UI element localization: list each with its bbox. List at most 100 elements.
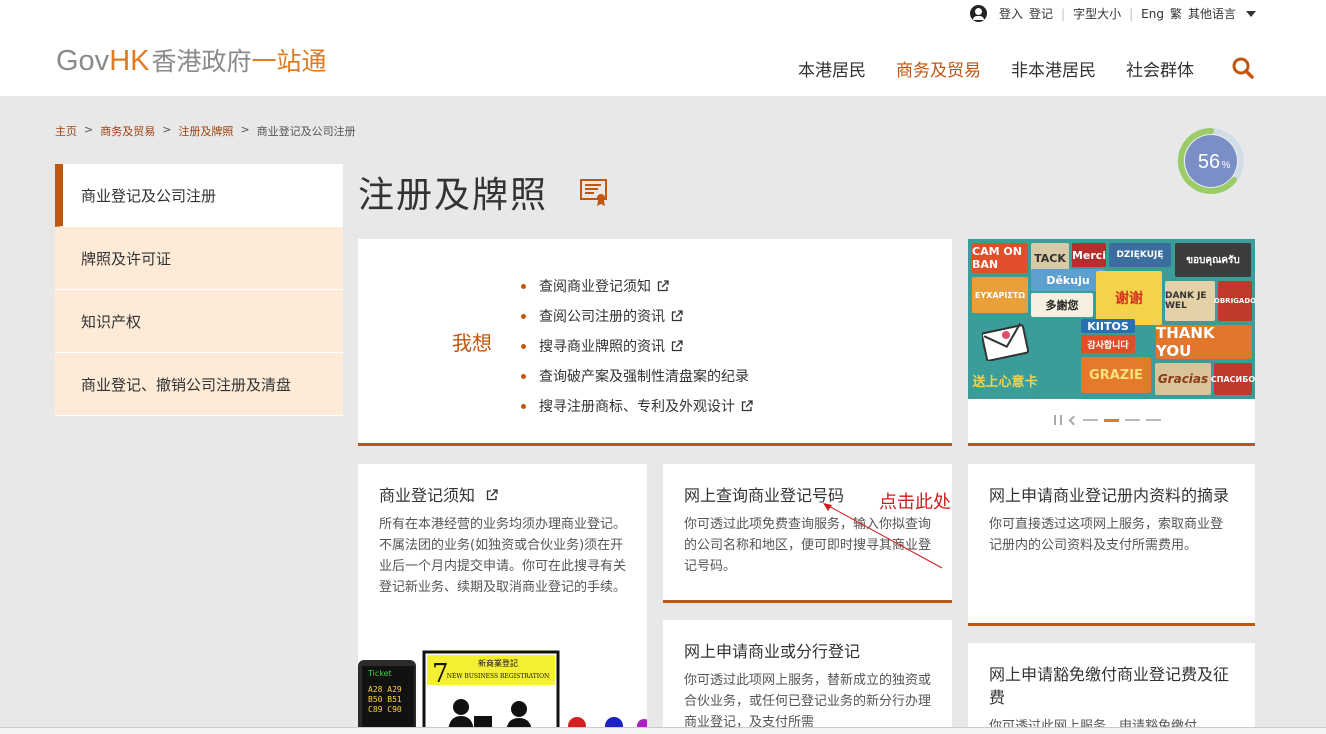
i-want-panel: 我想 查阅商业登记须知 查阅公司注册的资讯 搜寻商业牌照的资讯 查询破产案及强制… (358, 239, 952, 446)
sidebar-item-ip[interactable]: 知识产权 (55, 290, 343, 353)
list-item[interactable]: 搜寻商业牌照的资讯 (521, 331, 753, 361)
sign-en: NEW BUSINESS REGISTRATION (447, 673, 550, 680)
list-item[interactable]: 查阅公司注册的资讯 (521, 301, 753, 331)
card-title-text[interactable]: 商业登记须知 (379, 486, 475, 505)
banner-tile: ΕΥΧΑΡΙΣΤΩ (972, 277, 1028, 313)
banner-tile: Děkuju (1031, 269, 1105, 291)
breadcrumb-sep: > (84, 123, 94, 136)
card-title[interactable]: 网上申请商业登记册内资料的摘录 (989, 484, 1234, 507)
breadcrumb-business[interactable]: 商务及贸易 (100, 123, 155, 139)
banner-tile: DANK JE WEL (1165, 281, 1215, 321)
carousel-dot-active[interactable] (1104, 418, 1119, 422)
banner-tile: CAM ON BAN (972, 243, 1028, 273)
card-desc: 你可直接透过这项网上服务，索取商业登记册内的公司资料及支付所需费用。 (989, 517, 1224, 553)
breadcrumb-current: 商业登记及公司注册 (256, 125, 356, 138)
card-desc: 你可透过此项网上服务，替新成立的独资或合伙业务，或任何已登记业务的新分行办理商业… (684, 673, 932, 730)
logo-gov: Gov (56, 45, 110, 77)
breadcrumb-sep: > (240, 123, 250, 136)
divider: | (1061, 6, 1066, 21)
banner-tile: 감사합니다 (1081, 335, 1135, 353)
utility-bar: 登入 登记 | 字型大小 | Eng 繁 其他语言 (970, 5, 1256, 22)
carousel-dot[interactable] (1125, 419, 1140, 421)
ticket-numbers-3: C89 C90 (368, 705, 402, 714)
sidebar: 商业登记及公司注册 牌照及许可证 知识产权 商业登记、撤销公司注册及清盘 (55, 164, 343, 416)
banner-tile: THANK YOU (1156, 324, 1252, 360)
queue-illustration: Ticket A28 A29 B50 B51 C89 C90 7 新商業登記 N… (358, 650, 647, 734)
nav-business[interactable]: 商务及贸易 (896, 56, 981, 81)
chevron-down-icon[interactable] (1246, 10, 1256, 17)
thank-you-banner-image[interactable]: CAM ON BAN TACK Merci DZIĘKUJĘ ขอบคุณครั… (968, 239, 1255, 399)
link-text[interactable]: 搜寻注册商标、专利及外观设计 (539, 396, 735, 416)
card-br-extract[interactable]: 网上申请商业登记册内资料的摘录 你可直接透过这项网上服务，索取商业登记册内的公司… (968, 464, 1255, 626)
list-item[interactable]: 搜寻注册商标、专利及外观设计 (521, 391, 753, 421)
list-item[interactable]: 查询破产案及强制性清盘案的纪录 (521, 361, 753, 391)
search-icon[interactable] (1232, 57, 1254, 79)
card-business-registration-guide[interactable]: 商业登记须知 所有在本港经营的业务均须办理商业登记。不属法团的业务(如独资或合伙… (358, 464, 647, 734)
card-fee-exemption[interactable]: 网上申请豁免缴付商业登记费及征费 你可透过此网上服务，申请豁免缴付 (968, 643, 1255, 734)
logo-cn2: 一站通 (251, 47, 327, 76)
nav-residents[interactable]: 本港居民 (798, 56, 866, 81)
ticket-numbers-1: A28 A29 (368, 685, 402, 694)
logo-cn1: 香港政府 (151, 47, 252, 76)
sidebar-item-licences[interactable]: 牌照及许可证 (55, 227, 343, 290)
carousel-dot[interactable] (1083, 419, 1098, 421)
banner-tile: ขอบคุณครับ (1175, 243, 1251, 277)
card-title[interactable]: 商业登记须知 (379, 484, 626, 507)
i-want-label: 我想 (452, 331, 492, 355)
breadcrumb-home[interactable]: 主页 (55, 123, 77, 139)
link-text[interactable]: 查阅商业登记须知 (539, 276, 651, 296)
progress-unit: % (1222, 160, 1231, 171)
chevron-left-icon[interactable] (1068, 415, 1079, 425)
page-title: 注册及牌照 (358, 175, 549, 216)
banner-tile: 多謝您 (1031, 293, 1093, 317)
govhk-logo[interactable]: Gov HK 香港政府 一站通 (56, 42, 327, 78)
divider: | (1129, 6, 1134, 21)
nav-non-residents[interactable]: 非本港居民 (1011, 56, 1096, 81)
i-want-list: 查阅商业登记须知 查阅公司注册的资讯 搜寻商业牌照的资讯 查询破产案及强制性清盘… (521, 271, 753, 421)
logo-hk: HK (109, 45, 150, 77)
site-header: 登入 登记 | 字型大小 | Eng 繁 其他语言 Gov HK 香港政府 一站通 本… (0, 0, 1326, 96)
progress-indicator[interactable]: 56 % (1176, 126, 1246, 196)
banner-tile: Merci (1072, 243, 1106, 267)
window-bottom-edge (0, 727, 1326, 734)
lang-trad-link[interactable]: 繁 (1170, 5, 1182, 22)
annotation-click-here: 点击此处 (879, 492, 951, 513)
link-text[interactable]: 搜寻商业牌照的资讯 (539, 336, 665, 356)
breadcrumb-registration[interactable]: 注册及牌照 (178, 123, 233, 139)
external-link-icon (671, 340, 683, 352)
progress-value: 56 (1198, 151, 1220, 173)
card-desc: 所有在本港经营的业务均须办理商业登记。不属法团的业务(如独资或合伙业务)须在开业… (379, 517, 627, 595)
banner-carousel[interactable]: CAM ON BAN TACK Merci DZIĘKUJĘ ขอบคุณครั… (968, 239, 1255, 446)
pause-icon[interactable] (1054, 415, 1062, 425)
list-item[interactable]: 查阅商业登记须知 (521, 271, 753, 301)
nav-community[interactable]: 社会群体 (1126, 56, 1194, 81)
card-title[interactable]: 网上申请商业或分行登记 (684, 640, 931, 663)
ticket-label: Ticket (367, 669, 392, 678)
lang-eng-link[interactable]: Eng (1141, 7, 1164, 21)
banner-tile: KIITOS (1081, 319, 1135, 333)
link-text[interactable]: 查阅公司注册的资讯 (539, 306, 665, 326)
banner-tile: 送上心意卡 (972, 365, 1038, 395)
other-lang-link[interactable]: 其他语言 (1188, 5, 1236, 22)
banner-tile: 谢谢 (1096, 271, 1162, 325)
banner-tile: Gracias (1155, 363, 1211, 395)
main-nav: 本港居民 商务及贸易 非本港居民 社会群体 (768, 56, 1244, 81)
card-apply-br-online[interactable]: 网上申请商业或分行登记 你可透过此项网上服务，替新成立的独资或合伙业务，或任何已… (663, 620, 952, 734)
external-link-icon (671, 310, 683, 322)
envelope-icon (982, 323, 1030, 361)
external-link-icon (657, 280, 669, 292)
sidebar-item-deregistration[interactable]: 商业登记、撤销公司注册及清盘 (55, 353, 343, 416)
link-text[interactable]: 查询破产案及强制性清盘案的纪录 (539, 366, 749, 386)
certificate-icon (580, 179, 607, 206)
login-link[interactable]: 登入 (999, 5, 1023, 22)
banner-tile: GRAZIE (1081, 357, 1151, 393)
font-size-link[interactable]: 字型大小 (1073, 5, 1121, 22)
card-title[interactable]: 网上申请豁免缴付商业登记费及征费 (989, 663, 1234, 709)
banner-tile: OBRIGADO (1214, 281, 1255, 321)
carousel-dot[interactable] (1146, 419, 1161, 421)
ticket-numbers-2: B50 B51 (368, 695, 402, 704)
user-icon[interactable] (970, 5, 988, 22)
external-link-icon (741, 400, 753, 412)
sidebar-item-business-registration[interactable]: 商业登记及公司注册 (55, 164, 343, 227)
register-link[interactable]: 登记 (1029, 5, 1053, 22)
